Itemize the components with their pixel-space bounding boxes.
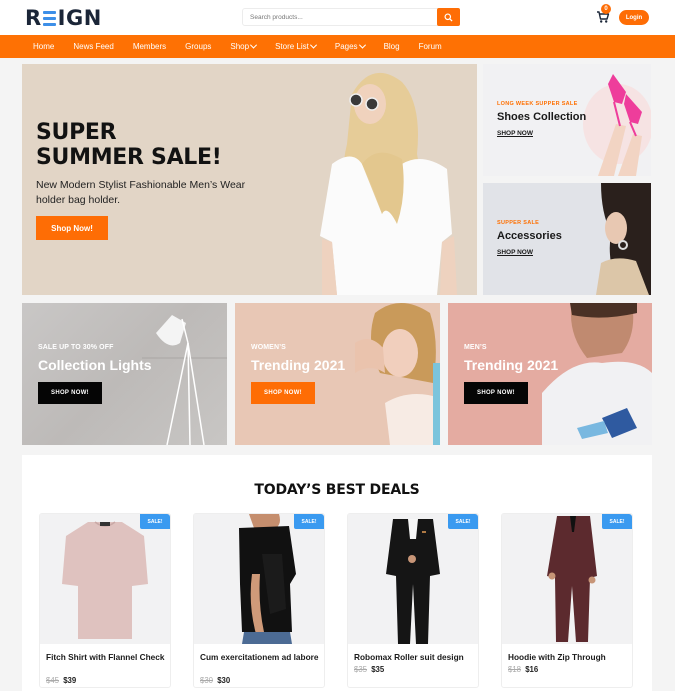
shop-now-link[interactable]: SHOP NOW [497,130,533,137]
tile-shop-now-button[interactable]: SHOP NOW! [464,382,528,404]
product-card[interactable]: SALE! Fitch Shirt with Flannel Check $45… [39,513,171,688]
sale-price: $30 [217,676,231,685]
old-price: $30 [200,676,214,685]
site-header: R IGN 0 Login [0,0,675,35]
nav-label: Forum [418,42,442,51]
main-nav: Home News Feed Members Groups Shop Store… [0,35,675,58]
banner-shoes-collection[interactable]: LONG WEEK SUPPER SALE Shoes Collection S… [483,64,651,176]
logo-e-bars-icon [42,10,56,26]
maroon-suit-image [547,516,597,642]
black-tshirt-man-image [239,514,296,644]
product-price: $45 $39 [46,676,76,685]
product-name[interactable]: Fitch Shirt with Flannel Check [46,652,166,663]
banner-kicker: SUPPER SALE [497,220,540,226]
chevron-down-icon [358,41,366,49]
banner-title: Accessories [497,230,562,242]
nav-label: News Feed [73,42,114,51]
search-input[interactable] [243,9,437,25]
tile-title: Trending 2021 [251,357,346,373]
black-suit-image [386,519,440,644]
section-title: TODAY’S BEST DEALS [254,482,420,498]
cart-count-badge: 0 [601,4,611,14]
hero-title-line-2: SUMMER SALE! [36,145,222,170]
men-model-image [542,303,652,445]
tile-shop-now-button[interactable]: SHOP NOW! [251,382,315,404]
accessories-model-image [596,183,651,295]
hero-model-image [320,72,457,295]
product-name[interactable]: Robomax Roller suit design [354,652,474,663]
logo-letters-ign: IGN [57,6,102,30]
site-logo[interactable]: R IGN [25,6,102,30]
banner-kicker: LONG WEEK SUPPER SALE [497,101,578,107]
shop-now-link[interactable]: SHOP NOW [497,249,533,256]
hero-subtitle: New Modern Stylist Fashionable Men’s Wea… [36,179,246,206]
product-price: $30 $30 [200,676,230,685]
tile-kicker: WOMEN’S [251,344,286,351]
nav-label: Home [33,42,55,51]
nav-label: Members [132,42,167,51]
nav-label: Blog [383,42,400,51]
product-price: $35 $35 [354,665,384,674]
sale-price: $16 [525,665,539,674]
best-deals-section: TODAY’S BEST DEALS SALE! Fitch Shirt wit… [22,455,652,691]
banner-title: Shoes Collection [497,111,587,123]
hero-title-line-1: SUPER [36,120,117,145]
product-image[interactable] [502,514,632,644]
product-image[interactable] [194,514,324,644]
tile-collection-lights: SALE UP TO 30% OFF Collection Lights SHO… [22,303,227,445]
search-icon [444,12,453,22]
sale-price: $35 [371,665,385,674]
sale-badge: SALE! [140,514,170,529]
product-image[interactable] [40,514,170,644]
product-card[interactable]: SALE! Robomax Roller suit design $35 $35 [347,513,479,688]
sale-badge: SALE! [602,514,632,529]
hero-title: SUPER SUMMER SALE! [36,120,222,170]
product-card[interactable]: SALE! Hoodie with Zip Through $18 $16 [501,513,633,688]
tile-kicker: MEN’S [464,344,487,351]
old-price: $45 [46,676,60,685]
nav-item-news-feed[interactable]: News Feed [73,42,113,51]
tile-mens-trending: MEN’S Trending 2021 SHOP NOW! [448,303,652,445]
nav-item-forum[interactable]: Forum [419,42,442,51]
sale-price: $39 [63,676,77,685]
nav-item-groups[interactable]: Groups [185,42,211,51]
product-card[interactable]: SALE! Cum exercitationem ad labore $30 $… [193,513,325,688]
hero-banner: SUPER SUMMER SALE! New Modern Stylist Fa… [22,64,477,295]
product-price: $18 $16 [508,665,538,674]
product-image[interactable] [348,514,478,644]
old-price: $18 [508,665,522,674]
tile-title: Collection Lights [38,357,152,373]
nav-label: Groups [185,42,212,51]
product-name[interactable]: Cum exercitationem ad labore [200,652,320,663]
women-model-image [355,303,440,445]
old-price: $35 [354,665,368,674]
tile-shop-now-button[interactable]: SHOP NOW! [38,382,102,404]
tile-kicker: SALE UP TO 30% OFF [38,344,114,351]
product-name[interactable]: Hoodie with Zip Through [508,652,628,663]
nav-item-members[interactable]: Members [133,42,166,51]
banner-accessories[interactable]: SUPPER SALE Accessories SHOP NOW [483,183,651,295]
hero-shop-now-button[interactable]: Shop Now! [36,216,108,240]
sale-badge: SALE! [448,514,478,529]
login-button[interactable]: Login [619,10,649,25]
nav-label: Shop [230,42,250,51]
tile-womens-trending: WOMEN’S Trending 2021 SHOP NOW! [235,303,440,445]
logo-letter-r: R [25,6,42,30]
tile-title: Trending 2021 [464,357,559,373]
product-search [242,8,460,26]
nav-item-pages[interactable]: Pages [334,41,366,51]
nav-item-blog[interactable]: Blog [384,42,400,51]
nav-item-home[interactable]: Home [33,42,54,51]
pink-tshirt-image [62,521,148,639]
search-button[interactable] [437,8,460,26]
lamp-image [142,315,227,445]
nav-item-shop[interactable]: Shop [230,41,258,51]
shoes-image [583,74,651,176]
sale-badge: SALE! [294,514,324,529]
chevron-down-icon [309,41,317,49]
nav-label: Pages [334,42,358,51]
nav-label: Store List [275,42,309,51]
chevron-down-icon [250,41,258,49]
nav-item-store-list[interactable]: Store List [275,41,317,51]
